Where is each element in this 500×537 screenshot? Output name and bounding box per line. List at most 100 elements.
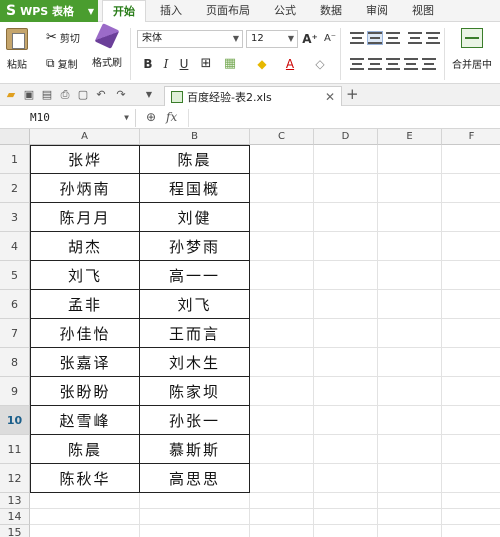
grid-cell[interactable] [250,232,314,261]
table-cell[interactable]: 陈家坝 [140,377,250,406]
grid-cell[interactable] [442,509,500,525]
table-cell[interactable]: 陈晨 [30,435,140,464]
table-cell[interactable]: 孙炳南 [30,174,140,203]
grid-cell[interactable] [250,174,314,203]
grid-cell[interactable] [378,232,442,261]
menu-tab[interactable]: 插入 [150,0,192,22]
table-cell[interactable]: 陈月月 [30,203,140,232]
table-cell[interactable]: 刘木生 [140,348,250,377]
table-cell[interactable]: 陈秋华 [30,464,140,493]
table-cell[interactable]: 张盼盼 [30,377,140,406]
grid-cell[interactable] [442,261,500,290]
align-right-icon[interactable] [386,58,400,70]
row-header[interactable]: 3 [0,203,30,232]
grid-cell[interactable] [442,203,500,232]
grid-cell[interactable] [30,509,140,525]
name-box[interactable]: M10 ▼ [0,109,136,127]
grid-cell[interactable] [378,377,442,406]
menu-tab[interactable]: 开始 [102,0,146,23]
table-cell[interactable]: 胡杰 [30,232,140,261]
row-header[interactable]: 5 [0,261,30,290]
justify-icon[interactable] [404,58,418,70]
grid-cell[interactable] [314,348,378,377]
column-header[interactable]: A [30,129,140,145]
table-cell[interactable]: 高思思 [140,464,250,493]
grid-cell[interactable] [314,319,378,348]
cell-style-icon[interactable]: ▦ [222,56,238,72]
row-header[interactable]: 7 [0,319,30,348]
grid-cell[interactable] [140,493,250,509]
row-header[interactable]: 11 [0,435,30,464]
shrink-font-button[interactable]: A⁻ [322,31,338,47]
grow-font-button[interactable]: A⁺ [302,31,318,47]
zoom-icon[interactable]: ⊕ [146,110,156,124]
grid-cell[interactable] [250,525,314,537]
grid-cell[interactable] [140,525,250,537]
distribute-icon[interactable] [422,58,436,70]
column-header[interactable]: F [442,129,500,145]
grid-cell[interactable] [378,406,442,435]
row-header[interactable]: 15 [0,525,30,537]
row-header[interactable]: 6 [0,290,30,319]
grid-cell[interactable] [442,377,500,406]
grid-cell[interactable] [378,203,442,232]
grid-cell[interactable] [442,348,500,377]
grid-cell[interactable] [442,232,500,261]
grid-cell[interactable] [442,174,500,203]
table-cell[interactable]: 孟非 [30,290,140,319]
row-header[interactable]: 13 [0,493,30,509]
grid-cell[interactable] [314,145,378,174]
grid-cell[interactable] [378,145,442,174]
grid-cell[interactable] [314,493,378,509]
grid-cell[interactable] [30,525,140,537]
grid-cell[interactable] [378,348,442,377]
document-tab[interactable]: 百度经验-表2.xls ✕ [164,86,342,106]
table-cell[interactable]: 刘健 [140,203,250,232]
table-cell[interactable]: 刘飞 [140,290,250,319]
grid-cell[interactable] [314,406,378,435]
grid-cell[interactable] [442,406,500,435]
align-bottom-icon[interactable] [386,32,400,44]
grid-cell[interactable] [250,319,314,348]
export-pdf-icon[interactable]: ▢ [76,88,90,102]
align-middle-icon[interactable] [367,31,383,45]
align-top-icon[interactable] [350,32,364,44]
table-cell[interactable]: 程国概 [140,174,250,203]
underline-button[interactable]: U [176,56,192,72]
grid-cell[interactable] [314,261,378,290]
grid-cell[interactable] [442,290,500,319]
undo-icon[interactable]: ↶ [94,88,108,102]
grid-cell[interactable] [442,464,500,493]
grid-cell[interactable] [442,145,500,174]
grid-cell[interactable] [442,319,500,348]
app-menu-button[interactable]: S WPS 表格 ▼ [0,0,98,22]
grid-cell[interactable] [250,145,314,174]
fill-color-icon[interactable]: ◆ [254,56,270,72]
indent-icon[interactable] [426,32,440,44]
menu-tab[interactable]: 审阅 [356,0,398,22]
merge-center-button[interactable]: 合并居中 [452,28,492,71]
grid-cell[interactable] [250,406,314,435]
column-header[interactable]: B [140,129,250,145]
grid-cell[interactable] [250,377,314,406]
copy-button[interactable]: ⧉ 复制 [46,56,78,71]
grid-cell[interactable] [314,290,378,319]
grid-cell[interactable] [378,493,442,509]
grid-cell[interactable] [30,493,140,509]
grid-cell[interactable] [140,509,250,525]
chevron-down-icon[interactable]: ▼ [142,88,156,102]
redo-icon[interactable]: ↷ [114,88,128,102]
table-cell[interactable]: 刘飞 [30,261,140,290]
row-header[interactable]: 1 [0,145,30,174]
font-size-select[interactable]: 12 ▼ [246,30,298,48]
bold-button[interactable]: B [140,56,156,72]
row-header[interactable]: 10 [0,406,30,435]
column-header[interactable]: E [378,129,442,145]
font-color-icon[interactable]: A [282,56,298,72]
cut-button[interactable]: ✂ 剪切 [46,30,80,45]
row-header[interactable]: 14 [0,509,30,525]
grid-cell[interactable] [314,464,378,493]
grid-cell[interactable] [378,435,442,464]
grid-cell[interactable] [314,377,378,406]
column-header[interactable]: C [250,129,314,145]
